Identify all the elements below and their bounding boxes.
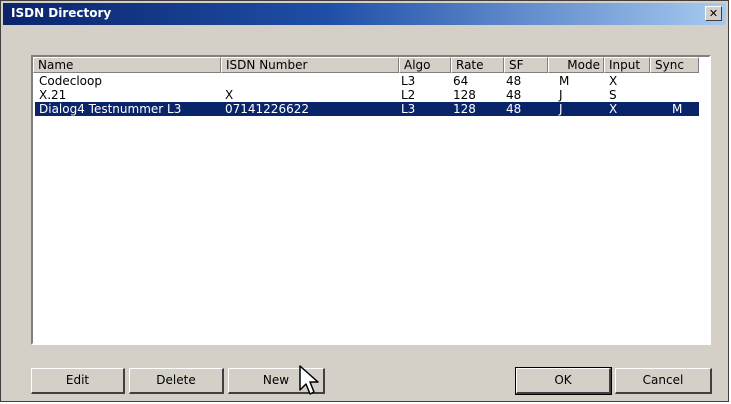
cell-name: Codecloop	[39, 74, 102, 88]
edit-button[interactable]: Edit	[31, 368, 125, 394]
column-header-algo[interactable]: Algo	[399, 57, 451, 73]
cell-rate: 128	[453, 88, 476, 102]
cell-sync: M	[672, 102, 683, 116]
cell-mode: M	[559, 74, 570, 88]
mouse-pointer-icon	[299, 365, 319, 395]
cell-name: Dialog4 Testnummer L3	[39, 102, 182, 116]
cell-name: X.21	[39, 88, 67, 102]
table-row[interactable]: Codecloop L3 64 48 M X	[35, 74, 699, 88]
list-header: Name ISDN Number Algo Rate SF Mode Input…	[33, 57, 709, 73]
column-header-mode[interactable]: Mode	[548, 57, 604, 73]
cell-algo: L3	[401, 74, 416, 88]
table-row-selected[interactable]: Dialog4 Testnummer L3 07141226622 L3 128…	[35, 102, 699, 116]
close-icon: ✕	[708, 7, 719, 20]
cell-mode: J	[559, 102, 563, 116]
cell-isdn-number: X	[225, 88, 234, 102]
isdn-directory-dialog: ISDN Directory ✕ Name ISDN Number Algo R…	[0, 0, 729, 402]
cell-mode: J	[559, 88, 563, 102]
window-title: ISDN Directory	[11, 6, 112, 20]
directory-list[interactable]: Name ISDN Number Algo Rate SF Mode Input…	[31, 55, 711, 345]
column-header-sf[interactable]: SF	[504, 57, 548, 73]
cell-sf: 48	[506, 74, 522, 88]
cell-isdn-number: 07141226622	[225, 102, 309, 116]
column-header-rate[interactable]: Rate	[451, 57, 504, 73]
table-row[interactable]: X.21 X L2 128 48 J S	[35, 88, 699, 102]
cell-input: S	[609, 88, 617, 102]
column-header-isdn-number[interactable]: ISDN Number	[221, 57, 399, 73]
column-header-input[interactable]: Input	[604, 57, 650, 73]
cell-sf: 48	[506, 88, 522, 102]
cell-algo: L3	[401, 102, 416, 116]
cell-sf: 48	[506, 102, 522, 116]
cell-rate: 128	[453, 102, 476, 116]
column-header-sync[interactable]: Sync	[650, 57, 699, 73]
column-header-name[interactable]: Name	[33, 57, 221, 73]
cell-input: X	[609, 102, 618, 116]
cell-input: X	[609, 74, 618, 88]
ok-button[interactable]: OK	[515, 367, 612, 395]
cell-algo: L2	[401, 88, 416, 102]
close-button[interactable]: ✕	[705, 6, 722, 21]
cancel-button[interactable]: Cancel	[615, 368, 712, 394]
title-bar[interactable]: ISDN Directory ✕	[3, 3, 726, 25]
cell-rate: 64	[453, 74, 469, 88]
delete-button[interactable]: Delete	[129, 368, 224, 394]
